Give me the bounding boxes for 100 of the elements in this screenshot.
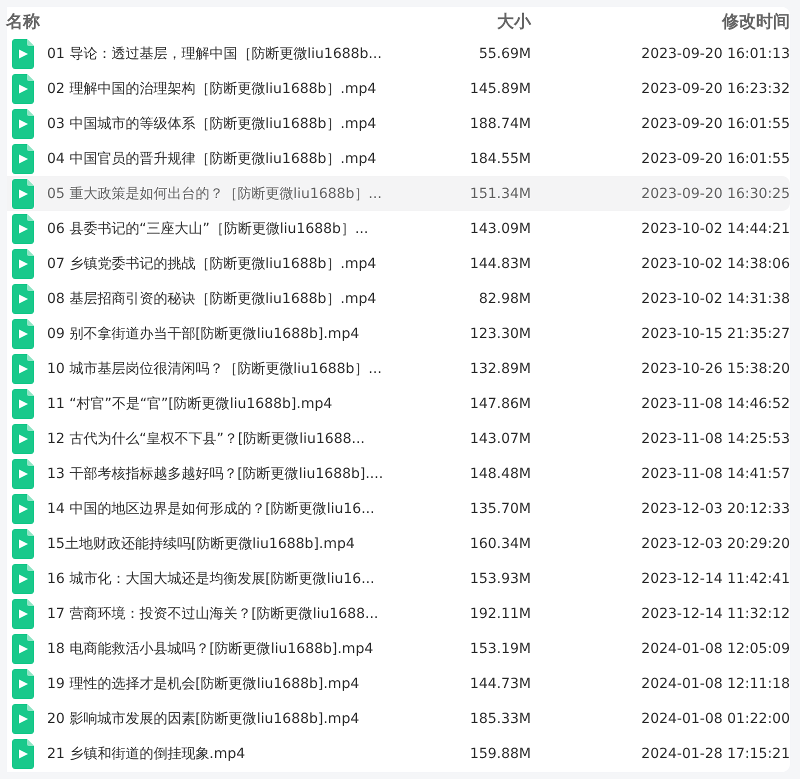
file-name: 03 中国城市的等级体系［防断更微liu1688b］.mp4 — [47, 114, 378, 132]
file-size: 188.74M — [468, 116, 531, 132]
modified-time: 2024-01-08 12:11:18 — [640, 676, 790, 692]
modified-time: 2023-11-08 14:25:53 — [640, 430, 790, 446]
video-file-icon — [12, 634, 34, 664]
video-file-icon — [12, 248, 34, 278]
file-size: 143.07M — [468, 430, 531, 446]
file-size: 153.93M — [468, 570, 531, 586]
file-size: 160.34M — [468, 536, 531, 552]
file-name: 08 基层招商引资的秘诀［防断更微liu1688b］.mp4 — [47, 290, 378, 308]
file-size: 153.19M — [468, 640, 531, 656]
file-row[interactable]: 20 影响城市发展的因素[防断更微liu1688b].mp4 185.33M 2024-01-08 01:22:00 — [7, 701, 790, 736]
video-file-icon — [12, 598, 34, 628]
column-header[interactable]: 名称 — [6, 10, 431, 33]
file-name: 09 别不拿街道办当干部[防断更微liu1688b].mp4 — [47, 324, 360, 342]
file-name: 05 重大政策是如何出台的？［防断更微liu1688b］... — [47, 184, 383, 202]
column-header[interactable]: 修改时间 — [531, 10, 790, 33]
file-row[interactable]: 12 古代为什么“皇权不下县”？[防断更微liu1688... 143.07M 2023-11-08 14:25:53 — [7, 421, 790, 456]
file-size: 151.34M — [468, 186, 531, 202]
modified-time: 2023-11-08 14:46:52 — [640, 396, 790, 412]
modified-time: 2023-12-03 20:12:33 — [640, 500, 790, 516]
file-size: 144.73M — [468, 676, 531, 692]
video-file-icon — [12, 564, 34, 594]
file-name: 10 城市基层岗位很清闲吗？［防断更微liu1688b］... — [47, 360, 383, 378]
file-name: 16 城市化：大国大城还是均衡发展[防断更微liu16... — [47, 570, 376, 588]
modified-time: 2024-01-28 17:15:21 — [640, 746, 790, 762]
file-row[interactable]: 13 干部考核指标越多越好吗？[防断更微liu1688b].... 148.48M 2023-11-08 14:41:57 — [7, 456, 790, 491]
modified-time: 2023-09-20 16:01:55 — [640, 150, 790, 166]
modified-time: 2023-10-26 15:38:20 — [640, 360, 790, 376]
file-size: 143.09M — [468, 220, 531, 236]
file-name: 14 中国的地区边界是如何形成的？[防断更微liu16... — [47, 500, 376, 518]
file-size: 185.33M — [468, 710, 531, 726]
file-row[interactable]: 01 导论：透过基层，理解中国［防断更微liu1688b... 55.69M 2023-09-20 16:01:13 — [7, 36, 790, 71]
video-file-icon — [12, 284, 34, 314]
file-row[interactable]: 05 重大政策是如何出台的？［防断更微liu1688b］... 151.34M 2023-09-20 16:30:25 — [7, 176, 790, 211]
modified-time: 2023-10-02 14:31:38 — [640, 290, 790, 306]
video-file-icon — [12, 424, 34, 454]
video-file-icon — [12, 738, 34, 768]
video-file-icon — [12, 318, 34, 348]
file-name: 13 干部考核指标越多越好吗？[防断更微liu1688b].... — [47, 464, 384, 482]
modified-time: 2023-12-03 20:29:20 — [640, 536, 790, 552]
video-file-icon — [12, 144, 34, 174]
modified-time: 2023-10-02 14:38:06 — [640, 256, 790, 272]
file-size: 159.88M — [468, 746, 531, 762]
modified-time: 2023-09-20 16:23:32 — [640, 80, 790, 96]
file-row[interactable]: 10 城市基层岗位很清闲吗？［防断更微liu1688b］... 132.89M 2023-10-26 15:38:20 — [7, 351, 790, 386]
file-name: 06 县委书记的“三座大山”［防断更微liu1688b］... — [47, 220, 370, 238]
video-file-icon — [12, 458, 34, 488]
file-row[interactable]: 14 中国的地区边界是如何形成的？[防断更微liu16... 135.70M 2023-12-03 20:12:33 — [7, 491, 790, 526]
file-name: 04 中国官员的晋升规律［防断更微liu1688b］.mp4 — [47, 150, 378, 168]
modified-time: 2023-10-02 14:44:21 — [640, 220, 790, 236]
file-row[interactable]: 08 基层招商引资的秘诀［防断更微liu1688b］.mp4 82.98M 2023-10-02 14:31:38 — [7, 281, 790, 316]
file-row[interactable]: 19 理性的选择才是机会[防断更微liu1688b].mp4 144.73M 2024-01-08 12:11:18 — [7, 666, 790, 701]
column-header[interactable]: 大小 — [431, 10, 531, 33]
file-size: 147.86M — [468, 396, 531, 412]
file-row[interactable]: 09 别不拿街道办当干部[防断更微liu1688b].mp4 123.30M 2023-10-15 21:35:27 — [7, 316, 790, 351]
file-name: 19 理性的选择才是机会[防断更微liu1688b].mp4 — [47, 674, 360, 692]
modified-time: 2024-01-08 01:22:00 — [640, 710, 790, 726]
file-size: 82.98M — [478, 290, 531, 306]
video-file-icon — [12, 668, 34, 698]
file-size: 132.89M — [468, 360, 531, 376]
file-size: 55.69M — [478, 46, 531, 62]
file-name: 21 乡镇和街道的倒挂现象.mp4 — [47, 744, 246, 762]
file-size: 184.55M — [468, 150, 531, 166]
video-file-icon — [12, 214, 34, 244]
modified-time: 2023-11-08 14:41:57 — [640, 466, 790, 482]
modified-time: 2023-12-14 11:32:12 — [640, 606, 790, 622]
file-row[interactable]: 21 乡镇和街道的倒挂现象.mp4 159.88M 2024-01-28 17:15:21 — [7, 736, 790, 771]
file-name: 01 导论：透过基层，理解中国［防断更微liu1688b... — [47, 44, 383, 62]
video-file-icon — [12, 528, 34, 558]
file-row[interactable]: 11 “村官”不是“官”[防断更微liu1688b].mp4 147.86M 2023-11-08 14:46:52 — [7, 386, 790, 421]
file-size: 145.89M — [468, 80, 531, 96]
file-size: 123.30M — [468, 326, 531, 342]
file-row[interactable]: 07 乡镇党委书记的挑战［防断更微liu1688b］.mp4 144.83M 2023-10-02 14:38:06 — [7, 246, 790, 281]
file-name: 18 电商能救活小县城吗？[防断更微liu1688b].mp4 — [47, 640, 374, 658]
file-name: 07 乡镇党委书记的挑战［防断更微liu1688b］.mp4 — [47, 254, 378, 272]
video-file-icon — [12, 388, 34, 418]
file-row[interactable]: 15土地财政还能持续吗[防断更微liu1688b].mp4 160.34M 2023-12-03 20:29:20 — [7, 526, 790, 561]
video-file-icon — [12, 494, 34, 524]
file-name: 15土地财政还能持续吗[防断更微liu1688b].mp4 — [47, 534, 356, 552]
file-size: 192.11M — [468, 606, 531, 622]
modified-time: 2023-10-15 21:35:27 — [640, 326, 790, 342]
file-row[interactable]: 04 中国官员的晋升规律［防断更微liu1688b］.mp4 184.55M 2023-09-20 16:01:55 — [7, 141, 790, 176]
video-file-icon — [12, 178, 34, 208]
file-size: 148.48M — [468, 466, 531, 482]
file-row[interactable]: 18 电商能救活小县城吗？[防断更微liu1688b].mp4 153.19M 2024-01-08 12:05:09 — [7, 631, 790, 666]
modified-time: 2024-01-08 12:05:09 — [640, 640, 790, 656]
modified-time: 2023-09-20 16:01:55 — [640, 116, 790, 132]
video-file-icon — [12, 38, 34, 68]
file-name: 11 “村官”不是“官”[防断更微liu1688b].mp4 — [47, 394, 334, 412]
file-row[interactable]: 17 营商环境：投资不过山海关？[防断更微liu1688... 192.11M 2023-12-14 11:32:12 — [7, 596, 790, 631]
file-row[interactable]: 16 城市化：大国大城还是均衡发展[防断更微liu16... 153.93M 2023-12-14 11:42:41 — [7, 561, 790, 596]
file-row[interactable]: 03 中国城市的等级体系［防断更微liu1688b］.mp4 188.74M 2023-09-20 16:01:55 — [7, 106, 790, 141]
file-row[interactable]: 02 理解中国的治理架构［防断更微liu1688b］.mp4 145.89M 2023-09-20 16:23:32 — [7, 71, 790, 106]
video-file-icon — [12, 704, 34, 734]
modified-time: 2023-09-20 16:30:25 — [640, 186, 790, 202]
file-row[interactable]: 06 县委书记的“三座大山”［防断更微liu1688b］... 143.09M 2023-10-02 14:44:21 — [7, 211, 790, 246]
modified-time: 2023-12-14 11:42:41 — [640, 570, 790, 586]
modified-time: 2023-09-20 16:01:13 — [640, 46, 790, 62]
file-name: 02 理解中国的治理架构［防断更微liu1688b］.mp4 — [47, 80, 378, 98]
